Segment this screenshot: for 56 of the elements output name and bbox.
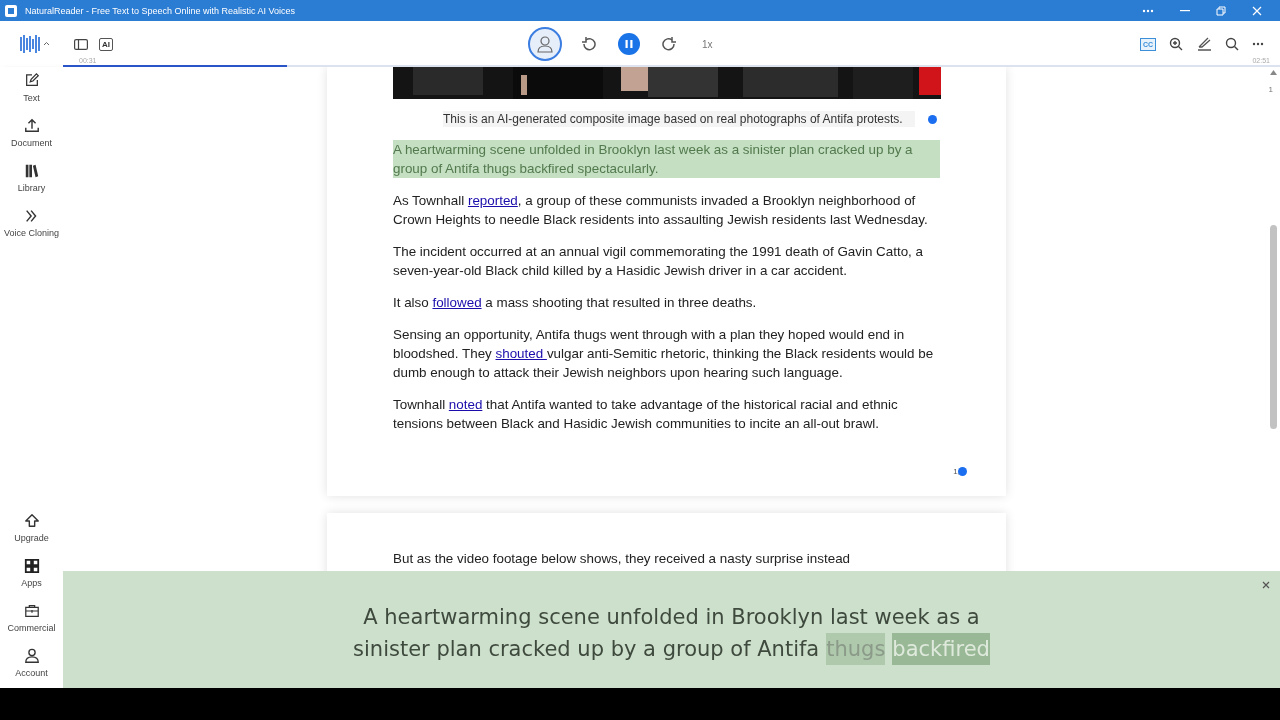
- bookmark-dot[interactable]: [927, 114, 937, 124]
- paragraph: Townhall noted that Antifa wanted to take advantage of the historical racial and ethnic tensions between Black and Hasidic Jewish communities to incite an all-out brawl.: [393, 396, 899, 433]
- sidebar-toggle-icon[interactable]: [74, 38, 88, 50]
- page-number: 1: [1268, 85, 1273, 94]
- scrollbar-thumb[interactable]: [1270, 225, 1277, 429]
- ai-button[interactable]: AI: [99, 37, 113, 51]
- briefcase-icon: [23, 603, 40, 619]
- subtitle-text: A heartwarming scene unfolded in Brooklyn last week as a: [363, 603, 980, 631]
- minimize-icon[interactable]: [1180, 9, 1190, 12]
- page-footer-number: 1,: [953, 467, 960, 476]
- logo-icon[interactable]: [20, 35, 50, 53]
- sidebar-item[interactable]: Library: [0, 163, 63, 193]
- speed-button[interactable]: 1x: [702, 38, 713, 50]
- avatar-icon: [536, 35, 554, 53]
- paragraph: The incident occurred at an annual vigil commemorating the 1991 death of Gavin Catto, a seven-year-old Black child killed by a Hasidic Jewish driver in a car accident.: [393, 243, 924, 280]
- link[interactable]: followed: [432, 295, 482, 310]
- paragraph: But as the video footage below shows, they received a nasty surprise instead: [393, 550, 852, 568]
- sidebar-item[interactable]: Apps: [0, 558, 63, 588]
- forward-icon[interactable]: [662, 37, 676, 51]
- person-icon: [23, 648, 40, 664]
- window-title: NaturalReader - Free Text to Speech Online with Realistic AI Voices: [25, 5, 296, 16]
- paragraph: A heartwarming scene unfolded in Brooklyn last week as a sinister plan cracked up by a group of Antifa thugs backfired spectacularly.: [393, 140, 940, 178]
- bookmark-dot[interactable]: [958, 467, 967, 476]
- pause-icon: [624, 39, 634, 49]
- search-icon[interactable]: [1225, 37, 1239, 51]
- sidebar-item[interactable]: Upgrade: [0, 513, 63, 543]
- paragraph: It also followed a mass shooting that resulted in three deaths.: [393, 294, 758, 312]
- books-icon: [23, 163, 40, 179]
- rewind-icon[interactable]: [582, 37, 596, 51]
- sidebar-item[interactable]: Text: [0, 73, 63, 103]
- link[interactable]: shouted: [495, 346, 547, 361]
- close-icon[interactable]: [1262, 581, 1270, 589]
- voice-avatar-button[interactable]: [528, 27, 562, 61]
- link[interactable]: reported: [467, 193, 518, 208]
- arrow-up-icon: [23, 513, 40, 529]
- highlighter-icon[interactable]: [1196, 37, 1212, 51]
- more-icon[interactable]: [1252, 42, 1264, 46]
- image-caption: This is an AI-generated composite image based on real photographs of Antifa protests.: [443, 111, 915, 127]
- pencil-icon: [23, 73, 40, 89]
- sidebar-item[interactable]: Commercial: [0, 603, 63, 633]
- sidebar-item[interactable]: Voice Cloning: [0, 208, 63, 238]
- pause-button[interactable]: [618, 33, 640, 55]
- restore-icon[interactable]: [1216, 5, 1226, 16]
- highlighted-word: backfired: [892, 632, 990, 665]
- scroll-up-icon[interactable]: [1270, 70, 1277, 75]
- sidebar-item[interactable]: Document: [0, 118, 63, 148]
- app-icon: [5, 4, 17, 17]
- zoom-in-icon[interactable]: [1169, 37, 1183, 51]
- subtitle-text: sinister plan cracked up by a group of Antifa: [353, 635, 820, 663]
- paragraph: As Townhall reported, a group of these communists invaded a Brooklyn neighborhood of Crown Heights to needle Black residents into assaulting Jewish residents last Wednesday.: [393, 192, 929, 229]
- paragraph: Sensing an opportunity, Antifa thugs went through with a plan they hoped would end in bloodshed. They shouted vulgar anti-Semitic rhetoric, thinking the Black residents would be dumb enough to attack their Jewish neighbors upon hearing such language.: [393, 326, 935, 382]
- grid-icon: [23, 558, 40, 574]
- sidebar-item[interactable]: Account: [0, 648, 63, 678]
- link[interactable]: noted: [448, 397, 483, 412]
- more-icon[interactable]: [1142, 8, 1154, 13]
- upload-icon: [23, 118, 40, 134]
